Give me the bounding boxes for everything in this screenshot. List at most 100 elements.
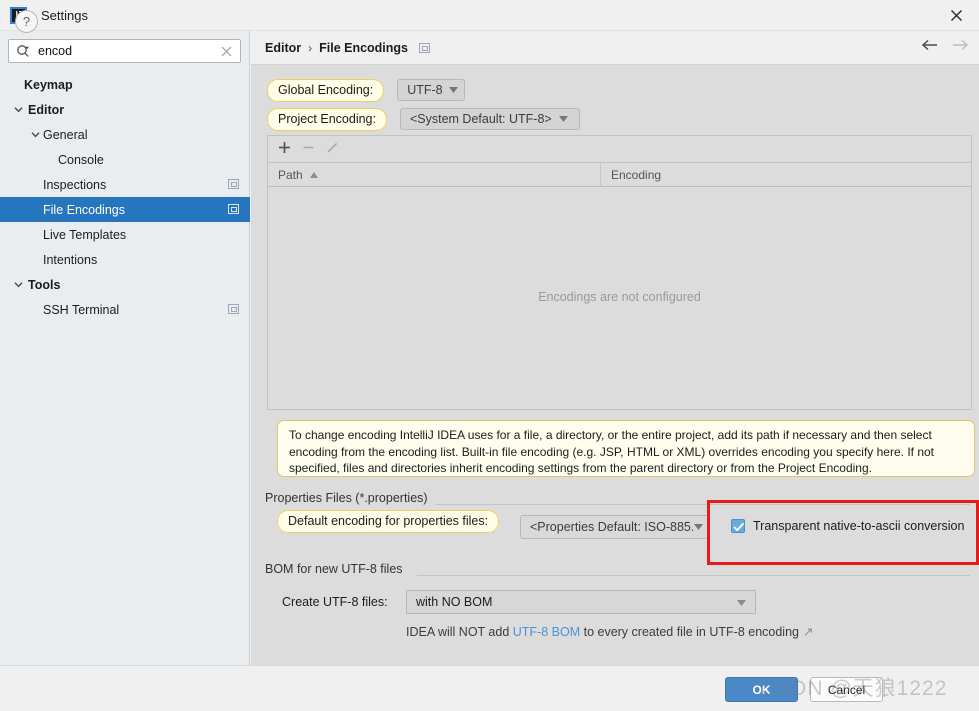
caret-down-icon [694, 524, 703, 530]
add-encoding-button[interactable] [278, 141, 291, 157]
transparent-native-to-ascii-checkbox[interactable] [731, 519, 745, 533]
column-header-path-label: Path [278, 167, 303, 182]
breadcrumb-current: File Encodings [319, 40, 409, 55]
sidebar-item-ssh-terminal[interactable]: SSH Terminal [0, 297, 250, 322]
column-header-encoding-label: Encoding [611, 167, 662, 182]
close-icon [950, 10, 962, 21]
create-utf8-files-combo[interactable]: with NO BOM [406, 590, 756, 614]
bom-hint-line: IDEA will NOT add UTF-8 BOM to every cre… [406, 624, 813, 639]
sidebar-item-label: General [43, 127, 88, 142]
breadcrumb-separator: › [308, 40, 313, 55]
settings-sidebar: Keymap Editor General Console Inspections Fil… [0, 31, 250, 665]
close-button[interactable] [933, 0, 979, 31]
help-button[interactable]: ? [15, 10, 38, 33]
sidebar-item-label: Keymap [24, 77, 73, 92]
chevron-down-icon[interactable] [13, 279, 24, 290]
project-encoding-combo[interactable]: <System Default: UTF-8> [399, 108, 580, 130]
chevron-down-icon[interactable] [30, 129, 41, 140]
sidebar-item-live-templates[interactable]: Live Templates [0, 222, 250, 247]
bom-hint-prefix: IDEA will NOT add [406, 625, 513, 639]
sidebar-item-label: Console [58, 152, 104, 167]
table-toolbar [268, 136, 971, 163]
sidebar-item-label: Live Templates [43, 227, 127, 242]
forward-button[interactable] [952, 39, 969, 54]
properties-group-rule [385, 504, 970, 505]
project-scope-badge-icon [228, 304, 239, 314]
project-encoding-label: Project Encoding: [267, 107, 387, 131]
caret-down-icon [449, 87, 459, 93]
properties-group-title: Properties Files (*.properties) [265, 491, 435, 505]
default-properties-encoding-row: Default encoding for properties files: [277, 510, 500, 533]
global-encoding-row: Global Encoding: UTF-8 [267, 77, 466, 103]
global-encoding-combo[interactable]: UTF-8 [397, 79, 466, 101]
back-button[interactable] [921, 39, 938, 54]
transparent-native-to-ascii-label: Transparent native-to-ascii conversion [753, 519, 965, 533]
search-box[interactable] [8, 39, 241, 63]
project-scope-badge-icon [419, 42, 431, 53]
sidebar-item-label: SSH Terminal [43, 302, 120, 317]
transparent-native-to-ascii-checkbox-row[interactable]: Transparent native-to-ascii conversion [731, 519, 964, 533]
arrow-left-icon [921, 39, 937, 51]
bom-group-rule [417, 575, 970, 576]
external-link-icon: ↗ [802, 625, 814, 639]
edit-encoding-button[interactable] [326, 141, 339, 157]
bom-group-title: BOM for new UTF-8 files [265, 562, 410, 576]
global-encoding-label: Global Encoding: [267, 78, 385, 102]
ok-button[interactable]: OK [725, 677, 798, 702]
column-header-encoding[interactable]: Encoding [601, 163, 971, 187]
bom-hint-suffix: to every created file in UTF-8 encoding [580, 625, 799, 639]
settings-dialog: Settings Keymap Editor General Console Inspe… [0, 0, 979, 711]
default-properties-encoding-combo[interactable]: <Properties Default: ISO-885.. [520, 515, 710, 539]
caret-down-icon [558, 116, 568, 122]
arrow-right-icon [953, 39, 969, 51]
sidebar-item-editor[interactable]: Editor [0, 97, 250, 122]
sidebar-item-label: Inspections [43, 177, 107, 192]
sidebar-item-console[interactable]: Console [0, 147, 250, 172]
navigation-arrows [921, 39, 969, 54]
breadcrumb-bar: Editor › File Encodings [251, 31, 979, 65]
clear-icon[interactable] [221, 46, 232, 57]
table-header-row: Path Encoding [268, 162, 971, 187]
search-icon [17, 45, 29, 57]
table-body[interactable]: Encodings are not configured [268, 187, 971, 407]
remove-encoding-button[interactable] [302, 141, 315, 157]
utf8-bom-link[interactable]: UTF-8 BOM [513, 625, 580, 639]
search-input[interactable] [38, 41, 221, 61]
project-scope-badge-icon [228, 204, 239, 214]
project-scope-badge-icon [228, 179, 239, 189]
sidebar-item-intentions[interactable]: Intentions [0, 247, 250, 272]
breadcrumb-parent[interactable]: Editor [265, 41, 301, 55]
create-utf8-files-label: Create UTF-8 files: [282, 595, 388, 609]
sidebar-item-label: Tools [28, 277, 61, 292]
sidebar-item-label: File Encodings [43, 202, 125, 217]
column-header-path[interactable]: Path [268, 162, 601, 187]
sidebar-item-file-encodings[interactable]: File Encodings [0, 197, 250, 222]
sidebar-item-inspections[interactable]: Inspections [0, 172, 250, 197]
table-empty-message: Encodings are not configured [538, 290, 701, 304]
create-utf8-files-value: with NO BOM [416, 595, 493, 609]
minus-icon [303, 146, 314, 149]
sidebar-item-tools[interactable]: Tools [0, 272, 250, 297]
checkmark-icon [733, 522, 745, 532]
caret-down-icon [737, 600, 746, 606]
sort-ascending-icon [309, 171, 318, 178]
sidebar-item-keymap[interactable]: Keymap [0, 72, 250, 97]
sidebar-item-label: Editor [28, 102, 65, 117]
global-encoding-value: UTF-8 [407, 83, 443, 97]
default-properties-encoding-value: <Properties Default: ISO-885.. [530, 520, 693, 534]
project-encoding-row: Project Encoding: <System Default: UTF-8… [267, 106, 580, 132]
window-title: Settings [41, 7, 88, 23]
cancel-button[interactable]: Cancel [810, 677, 883, 702]
plus-icon [279, 142, 290, 153]
chevron-down-icon[interactable] [13, 104, 24, 115]
sidebar-item-general[interactable]: General [0, 122, 250, 147]
info-text: To change encoding IntelliJ IDEA uses fo… [289, 428, 934, 475]
info-box: To change encoding IntelliJ IDEA uses fo… [277, 420, 975, 477]
title-bar: Settings [0, 0, 979, 31]
default-properties-encoding-label: Default encoding for properties files: [277, 510, 500, 533]
project-encoding-value: <System Default: UTF-8> [409, 112, 552, 126]
pencil-icon [327, 142, 338, 153]
encodings-table: Path Encoding Encodings are not configur… [267, 135, 972, 410]
sidebar-item-label: Intentions [43, 252, 98, 267]
settings-tree: Keymap Editor General Console Inspections Fil… [0, 72, 250, 322]
